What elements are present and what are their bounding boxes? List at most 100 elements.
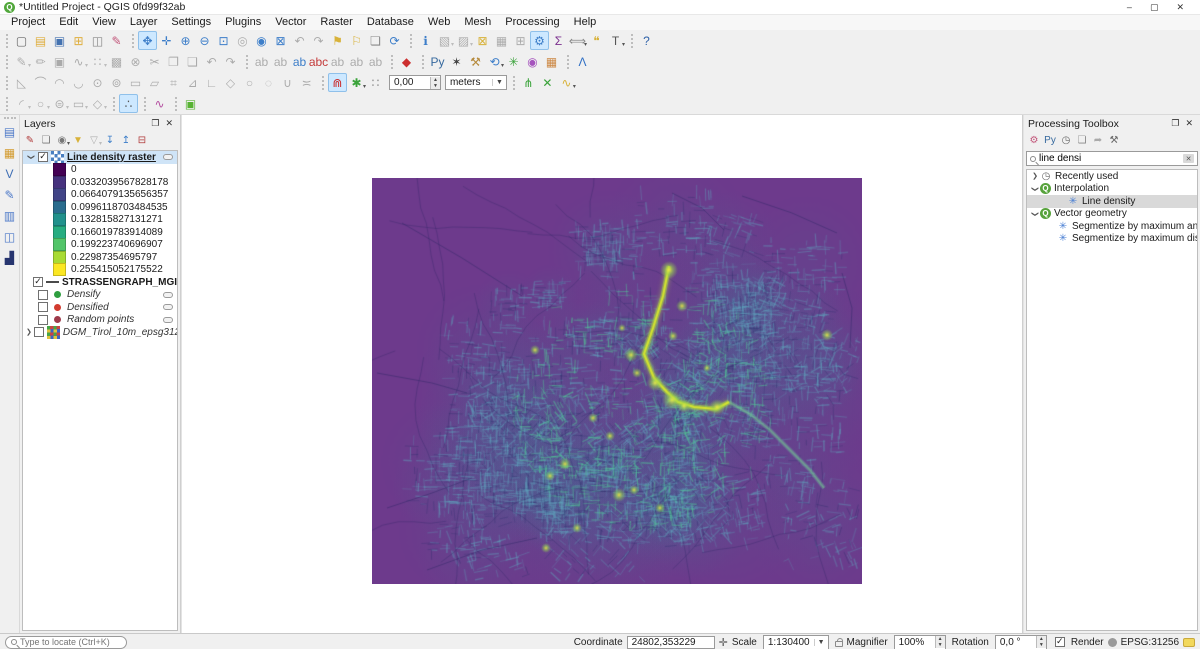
delete-part-button[interactable]: ◇ xyxy=(221,73,240,92)
rotate-label-button[interactable]: ab xyxy=(347,52,366,71)
circular-string-tool-button[interactable]: ⌒ xyxy=(31,73,50,92)
clear-search-icon[interactable]: ✕ xyxy=(1183,154,1194,163)
circle-tool-button[interactable]: ○ xyxy=(31,94,50,113)
open-project-button[interactable]: ▤ xyxy=(31,31,50,50)
layer-tree-row[interactable]: 0.255415052175522 xyxy=(23,264,177,277)
layer-visibility-checkbox[interactable] xyxy=(33,277,43,287)
expander-chevron-icon[interactable] xyxy=(1031,209,1039,219)
profile-tool-button[interactable]: ∿ xyxy=(150,94,169,113)
close-button[interactable]: ✕ xyxy=(1176,2,1184,13)
algorithm-tree-row[interactable]: ✳ Segmentize by maximum distance xyxy=(1027,233,1197,246)
map-canvas[interactable] xyxy=(182,115,1022,633)
close-panel-icon[interactable]: ✕ xyxy=(1182,118,1196,129)
add-group-icon[interactable]: ❏ xyxy=(38,133,54,149)
move-label-button[interactable]: ab xyxy=(328,52,347,71)
copy-features-button[interactable]: ❐ xyxy=(164,52,183,71)
help-button[interactable]: ? xyxy=(637,31,656,50)
snapping-tolerance-spinner[interactable]: 0,00 ▲▼ xyxy=(389,75,441,90)
layer-tree-row[interactable]: 0.0332039567828178 xyxy=(23,176,177,189)
models-icon[interactable]: ⚙ xyxy=(1026,133,1042,149)
trim-extend-button[interactable]: ≍ xyxy=(297,73,316,92)
layer-visibility-checkbox[interactable] xyxy=(34,327,44,337)
locate-box[interactable] xyxy=(5,636,127,649)
memory-layer-indicator-icon[interactable] xyxy=(163,317,173,323)
minimize-button[interactable]: – xyxy=(1127,2,1132,13)
debug-plugin-button[interactable]: ✶ xyxy=(447,52,466,71)
select-by-expression-button[interactable]: ▨ xyxy=(454,31,473,50)
spinner-arrows-icon[interactable]: ▲▼ xyxy=(935,636,945,648)
layer-tree-row[interactable]: STRASSENGRAPH_MGI xyxy=(23,276,177,289)
zoom-to-layer-button[interactable]: ◉ xyxy=(252,31,271,50)
enable-snapping-button[interactable]: ⋒ xyxy=(328,73,347,92)
modify-attributes-button[interactable]: ▩ xyxy=(107,52,126,71)
algorithm-tree-row[interactable]: Q Interpolation xyxy=(1027,183,1197,196)
expander-chevron-icon[interactable] xyxy=(26,328,32,336)
filter-expression-icon[interactable]: ▽ xyxy=(86,133,102,149)
map-raster[interactable] xyxy=(372,178,862,584)
zoom-native-button[interactable]: ⊠ xyxy=(271,31,290,50)
collapse-all-icon[interactable]: ↥ xyxy=(118,133,134,149)
paste-features-button[interactable]: ❑ xyxy=(183,52,202,71)
identify-features-button[interactable]: ℹ xyxy=(416,31,435,50)
lambda-plugin-button[interactable]: Λ xyxy=(573,52,592,71)
current-edits-button[interactable]: ✎ xyxy=(12,52,31,71)
algorithm-tree-row[interactable]: ✳ Segmentize by maximum angle xyxy=(1027,220,1197,233)
grass-tools-button[interactable]: ◆ xyxy=(397,52,416,71)
copy-move-feature-button[interactable]: ⊙ xyxy=(88,73,107,92)
georeferencer-button[interactable]: ▦ xyxy=(542,52,561,71)
tracing-button[interactable]: ∿ xyxy=(557,73,576,92)
save-edits-button[interactable]: ▣ xyxy=(50,52,69,71)
memory-layer-indicator-icon[interactable] xyxy=(163,292,173,298)
zoom-next-button[interactable]: ↷ xyxy=(309,31,328,50)
layer-visibility-checkbox[interactable] xyxy=(38,302,48,312)
expander-chevron-icon[interactable] xyxy=(1031,184,1039,194)
add-part-button[interactable]: ⌗ xyxy=(164,73,183,92)
add-postgis-layer-icon[interactable]: ▥ xyxy=(1,207,19,225)
pin-labels-button[interactable]: ab xyxy=(290,52,309,71)
plugin-layer-button[interactable]: ▣ xyxy=(181,94,200,113)
remove-layer-icon[interactable]: ⊟ xyxy=(134,133,150,149)
digitize-with-segment-button[interactable]: ∿ xyxy=(69,52,88,71)
fill-ring-button[interactable]: ⊿ xyxy=(183,73,202,92)
simplify-feature-button[interactable]: ▭ xyxy=(126,73,145,92)
highlight-labels-button[interactable]: abc xyxy=(309,52,328,71)
history-icon[interactable]: ◷ xyxy=(1058,133,1074,149)
spinner-arrows-icon[interactable]: ▲▼ xyxy=(1036,636,1046,648)
processing-search-box[interactable]: ✕ xyxy=(1026,151,1198,166)
deselect-all-button[interactable]: ⊠ xyxy=(473,31,492,50)
advanced-digitizing-panel-button[interactable]: ◺ xyxy=(12,73,31,92)
layer-tree-row[interactable]: 0.132815827131271 xyxy=(23,214,177,227)
select-features-button[interactable]: ▧ xyxy=(435,31,454,50)
add-vector-layer-icon[interactable]: V xyxy=(1,165,19,183)
crs-status[interactable]: EPSG:31256 xyxy=(1121,637,1179,648)
algorithm-tree-row[interactable]: ✳ Line density xyxy=(1027,195,1197,208)
offset-curve-button[interactable]: ◌ xyxy=(259,73,278,92)
cut-features-button[interactable]: ✂ xyxy=(145,52,164,71)
expander-chevron-icon[interactable] xyxy=(1030,172,1040,180)
menu-item[interactable]: Project xyxy=(4,15,52,30)
open-attribute-table-button[interactable]: ▦ xyxy=(492,31,511,50)
layer-tree-row[interactable]: 0.199223740696907 xyxy=(23,239,177,252)
layer-tree-row[interactable]: 0.0664079135656357 xyxy=(23,189,177,202)
rotation-spinner[interactable]: 0,0 ° ▲▼ xyxy=(995,635,1047,649)
layer-labeling-button[interactable]: ab xyxy=(252,52,271,71)
layer-tree-row[interactable]: Line density raster xyxy=(23,151,177,164)
options-icon[interactable]: ⚒ xyxy=(1106,133,1122,149)
layer-diagram-button[interactable]: ab xyxy=(271,52,290,71)
show-bookmarks-button[interactable]: ⚐ xyxy=(347,31,366,50)
new-map-view-button[interactable]: ❏ xyxy=(366,31,385,50)
search-input[interactable] xyxy=(1039,153,1180,164)
algorithm-tree-row[interactable]: Q Vector geometry xyxy=(1027,208,1197,221)
menu-item[interactable]: Web xyxy=(421,15,457,30)
open-style-panel-icon[interactable]: ✎ xyxy=(22,133,38,149)
menu-item[interactable]: Plugins xyxy=(218,15,268,30)
self-snapping-button[interactable]: ✕ xyxy=(538,73,557,92)
undo-button[interactable]: ↶ xyxy=(202,52,221,71)
layer-tree-row[interactable]: 0.0996118703484535 xyxy=(23,201,177,214)
layer-visibility-checkbox[interactable] xyxy=(38,290,48,300)
layer-tree-row[interactable]: 0.22987354695797 xyxy=(23,251,177,264)
snapping-mode-button[interactable]: ✱ xyxy=(347,73,366,92)
locate-input[interactable] xyxy=(20,637,137,647)
snapping-on-intersection-button[interactable]: ⋔ xyxy=(519,73,538,92)
pan-to-selection-button[interactable]: ✛ xyxy=(157,31,176,50)
